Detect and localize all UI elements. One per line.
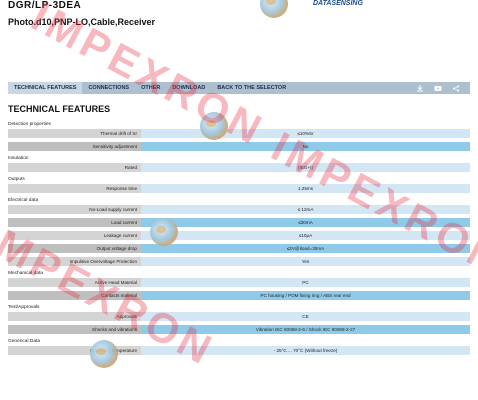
table-row: Contacts material PC housing / POM fixing…: [8, 291, 470, 300]
table-row: Approvals CE: [8, 312, 470, 321]
row-label: Impulsive Overvoltage Protection: [8, 257, 141, 266]
row-value: ≤ 12mA: [141, 205, 470, 214]
row-label: Load current: [8, 218, 141, 227]
row-value: (IEG+I): [141, 163, 470, 172]
group-title: Outputs: [8, 177, 25, 182]
row-label: Shocks and vibrations: [8, 325, 141, 334]
table-row: Load current ≤30mA: [8, 218, 470, 227]
globe-logo-icon: [200, 112, 228, 140]
download-icon[interactable]: [416, 84, 424, 92]
row-label: Sensitivity adjustment: [8, 142, 141, 151]
row-value: Yes: [141, 257, 470, 266]
row-value: CE: [141, 312, 470, 321]
group-title: Mechanical data: [8, 271, 43, 276]
globe-logo-icon: [90, 340, 118, 368]
table-row: Operating Temperature- 25°C ... 70°C (Wi…: [8, 346, 470, 355]
row-label: Operating Temperature: [8, 346, 141, 355]
tab-back-to-selector[interactable]: BACK TO THE SELECTOR: [211, 82, 292, 94]
table-row: Rated (IEG+I): [8, 163, 470, 172]
globe-logo-icon: [150, 218, 178, 246]
product-code: DGR/LP-3DEA: [8, 0, 82, 11]
video-icon[interactable]: [434, 85, 442, 92]
nav-icons: [416, 84, 470, 92]
table-row: Impulsive Overvoltage Protection Yes: [8, 257, 470, 266]
table-row: Active Head Material PC: [8, 278, 470, 287]
table-row: Response time 1.25ms: [8, 184, 470, 193]
tab-download[interactable]: DOWNLOAD: [166, 82, 211, 94]
row-value: PC housing / POM fixing ring / ABS rear …: [141, 291, 470, 300]
row-label: Approvals: [8, 312, 141, 321]
group-title: Insulation: [8, 156, 29, 161]
table-row: Shocks and vibrations Vibration IEC 60068…: [8, 325, 470, 334]
row-value: ≤10μA: [141, 231, 470, 240]
features-table: Detection properties Thermal drift of Sr ≤…: [8, 118, 470, 359]
row-value: Vibration IEC 60068-2-6 / Shock IEC 6006…: [141, 325, 470, 334]
row-label: Active Head Material: [8, 278, 141, 287]
table-row: No-Load supply current ≤ 12mA: [8, 205, 470, 214]
group-title: Test/Approvals: [8, 305, 40, 310]
row-value: 1.25ms: [141, 184, 470, 193]
table-row: Output voltage drop ≤2V@Iload=30mA: [8, 244, 470, 253]
tab-other[interactable]: OTHER: [135, 82, 166, 94]
group-title: Generical Data: [8, 339, 40, 344]
row-value: ≤10%Sr: [141, 129, 470, 138]
row-label: Output voltage drop: [8, 244, 141, 253]
row-label: Rated: [8, 163, 141, 172]
row-label: Thermal drift of Sr: [8, 129, 141, 138]
table-row: Leakage current ≤10μA: [8, 231, 470, 240]
brand-logo: DATASENSING: [313, 0, 363, 7]
tab-connections[interactable]: CONNECTIONS: [82, 82, 135, 94]
table-row: Thermal drift of Sr ≤10%Sr: [8, 129, 470, 138]
row-value: ≤2V@Iload=30mA: [141, 244, 470, 253]
row-label: No-Load supply current: [8, 205, 141, 214]
tab-technical-features[interactable]: TECHNICAL FEATURES: [8, 82, 83, 94]
group-title: Detection properties: [8, 122, 51, 127]
row-value: No: [141, 142, 470, 151]
row-label: Leakage current: [8, 231, 141, 240]
product-description: Photo.d10,PNP-LO,Cable,Receiver: [8, 17, 156, 27]
row-label: Response time: [8, 184, 141, 193]
row-value: PC: [141, 278, 470, 287]
row-value: ≤30mA: [141, 218, 470, 227]
row-value: - 25°C ... 70°C (Without freeze): [141, 346, 470, 355]
nav-bar: TECHNICAL FEATURES CONNECTIONS OTHER DOW…: [8, 82, 470, 94]
group-title: Electrical data: [8, 198, 39, 203]
row-label: Contacts material: [8, 291, 141, 300]
globe-logo-icon: [260, 0, 288, 18]
section-title: TECHNICAL FEATURES: [8, 104, 111, 114]
share-icon[interactable]: [452, 85, 460, 92]
table-row: Sensitivity adjustment No: [8, 142, 470, 151]
